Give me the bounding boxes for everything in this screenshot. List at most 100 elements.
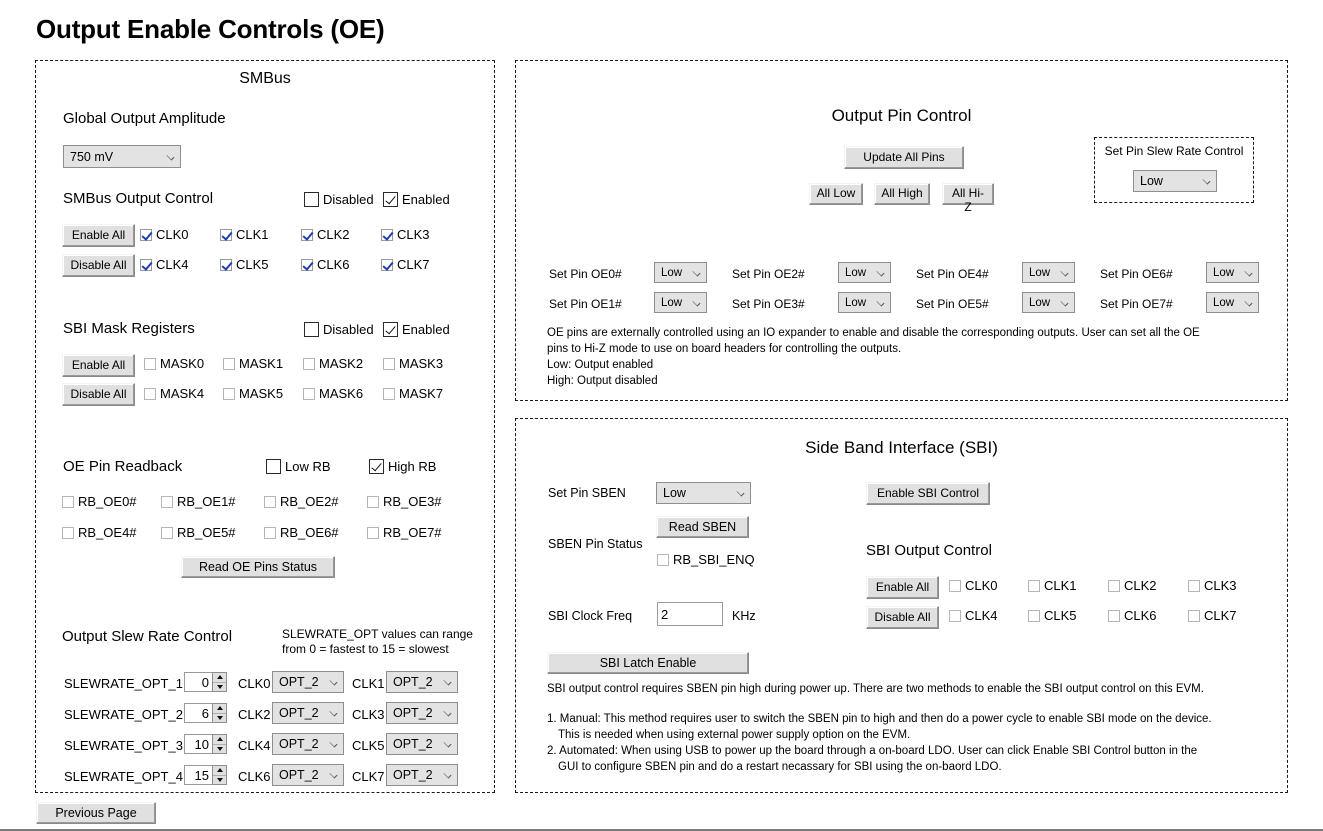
checkbox-box[interactable] <box>161 495 173 508</box>
smbus-clk-checkbox-7[interactable]: CLK7 <box>381 257 430 272</box>
sbi-mask-checkbox-6[interactable]: MASK6 <box>303 386 363 401</box>
oe-readback-checkbox-5[interactable]: RB_OE5# <box>161 525 236 540</box>
smbus-clk-checkbox-3[interactable]: CLK3 <box>381 227 430 242</box>
checkbox-box[interactable] <box>266 459 281 474</box>
checkbox-box[interactable] <box>301 258 313 271</box>
checkbox-box[interactable] <box>144 357 156 370</box>
all-hiz-button[interactable]: All Hi-Z <box>942 183 994 214</box>
previous-page-button[interactable]: Previous Page <box>36 802 156 824</box>
oe-readback-checkbox-4[interactable]: RB_OE4# <box>62 525 137 540</box>
spinner-down-icon[interactable] <box>213 775 226 784</box>
checkbox-box[interactable] <box>140 258 152 271</box>
sbi-mask-checkbox-7[interactable]: MASK7 <box>383 386 443 401</box>
sbi-mask-checkbox-4[interactable]: MASK4 <box>144 386 204 401</box>
slewrate-opt-value-0[interactable]: 0 <box>184 672 212 692</box>
sbi-clk-checkbox-4[interactable]: CLK4 <box>949 608 998 623</box>
spinner-down-icon[interactable] <box>213 744 226 753</box>
oe-readback-checkbox-3[interactable]: RB_OE3# <box>367 494 442 509</box>
spinner-buttons[interactable] <box>212 734 227 754</box>
sbi-mask-checkbox-0[interactable]: MASK0 <box>144 356 204 371</box>
slew-clk-select-2[interactable]: OPT_2 <box>272 702 344 724</box>
checkbox-box[interactable] <box>220 228 232 241</box>
checkbox-box[interactable] <box>62 495 74 508</box>
checkbox-box[interactable] <box>383 322 398 337</box>
checkbox-box[interactable] <box>62 526 74 539</box>
set-pin-oe-select-4[interactable]: Low <box>1022 262 1075 283</box>
checkbox-box[interactable] <box>367 495 379 508</box>
checkbox-box[interactable] <box>223 357 235 370</box>
slew-clk-select-0[interactable]: OPT_2 <box>272 671 344 693</box>
slew-clk-select-1[interactable]: OPT_2 <box>386 671 458 693</box>
spinner-buttons[interactable] <box>212 672 227 692</box>
sbi-clk-checkbox-5[interactable]: CLK5 <box>1028 608 1077 623</box>
global-output-amplitude-select[interactable]: 750 mV <box>63 145 181 168</box>
read-oe-pins-status-button[interactable]: Read OE Pins Status <box>181 556 335 578</box>
sbi-latch-enable-button[interactable]: SBI Latch Enable <box>547 652 749 674</box>
all-high-button[interactable]: All High <box>874 183 930 205</box>
checkbox-box[interactable] <box>381 258 393 271</box>
set-pin-oe-select-3[interactable]: Low <box>838 292 891 313</box>
slew-clk-select-7[interactable]: OPT_2 <box>386 764 458 786</box>
checkbox-box[interactable] <box>1188 609 1200 622</box>
smbus-clk-checkbox-2[interactable]: CLK2 <box>301 227 350 242</box>
spinner-up-icon[interactable] <box>213 673 226 683</box>
checkbox-box[interactable] <box>1108 609 1120 622</box>
checkbox-box[interactable] <box>1028 579 1040 592</box>
checkbox-box[interactable] <box>383 357 395 370</box>
set-pin-oe-select-1[interactable]: Low <box>654 292 707 313</box>
update-all-pins-button[interactable]: Update All Pins <box>844 146 964 169</box>
slewrate-opt-spinner-1[interactable]: 6 <box>184 703 227 723</box>
sbi-mask-enable-all-button[interactable]: Enable All <box>62 354 135 377</box>
slewrate-opt-spinner-2[interactable]: 10 <box>184 734 227 754</box>
sbi-mask-checkbox-5[interactable]: MASK5 <box>223 386 283 401</box>
smbus-clk-checkbox-1[interactable]: CLK1 <box>220 227 269 242</box>
checkbox-box[interactable] <box>304 192 319 207</box>
checkbox-box[interactable] <box>301 228 313 241</box>
all-low-button[interactable]: All Low <box>809 183 863 205</box>
set-pin-slew-rate-select[interactable]: Low <box>1133 170 1217 192</box>
set-pin-oe-select-7[interactable]: Low <box>1206 292 1259 313</box>
slew-clk-select-6[interactable]: OPT_2 <box>272 764 344 786</box>
checkbox-box[interactable] <box>140 228 152 241</box>
checkbox-box[interactable] <box>223 387 235 400</box>
checkbox-box[interactable] <box>303 357 315 370</box>
spinner-up-icon[interactable] <box>213 766 226 776</box>
spinner-buttons[interactable] <box>212 703 227 723</box>
slewrate-opt-value-1[interactable]: 6 <box>184 703 212 723</box>
sbi-clk-checkbox-0[interactable]: CLK0 <box>949 578 998 593</box>
smbus-clk-checkbox-4[interactable]: CLK4 <box>140 257 189 272</box>
checkbox-box[interactable] <box>303 387 315 400</box>
checkbox-box[interactable] <box>367 526 379 539</box>
checkbox-box[interactable] <box>383 387 395 400</box>
checkbox-box[interactable] <box>949 579 961 592</box>
spinner-up-icon[interactable] <box>213 704 226 714</box>
slewrate-opt-value-3[interactable]: 15 <box>184 765 212 785</box>
checkbox-box[interactable] <box>304 322 319 337</box>
smbus-output-enabled-checkbox[interactable]: Enabled <box>383 192 450 207</box>
spinner-up-icon[interactable] <box>213 735 226 745</box>
slewrate-opt-spinner-0[interactable]: 0 <box>184 672 227 692</box>
smbus-output-disabled-checkbox[interactable]: Disabled <box>304 192 374 207</box>
spinner-down-icon[interactable] <box>213 713 226 722</box>
checkbox-box[interactable] <box>657 553 669 566</box>
slew-clk-select-3[interactable]: OPT_2 <box>386 702 458 724</box>
smbus-enable-all-button[interactable]: Enable All <box>62 224 135 247</box>
sbi-clk-checkbox-2[interactable]: CLK2 <box>1108 578 1157 593</box>
checkbox-box[interactable] <box>220 258 232 271</box>
checkbox-box[interactable] <box>161 526 173 539</box>
checkbox-box[interactable] <box>1028 609 1040 622</box>
sbi-mask-checkbox-2[interactable]: MASK2 <box>303 356 363 371</box>
sbi-mask-disable-all-button[interactable]: Disable All <box>62 383 135 406</box>
slew-clk-select-5[interactable]: OPT_2 <box>386 733 458 755</box>
sbi-enable-all-button[interactable]: Enable All <box>866 576 939 599</box>
checkbox-box[interactable] <box>369 459 384 474</box>
oe-readback-checkbox-7[interactable]: RB_OE7# <box>367 525 442 540</box>
sbi-clk-checkbox-6[interactable]: CLK6 <box>1108 608 1157 623</box>
oe-readback-checkbox-6[interactable]: RB_OE6# <box>264 525 339 540</box>
set-pin-sben-select[interactable]: Low <box>656 482 751 504</box>
sbi-mask-checkbox-3[interactable]: MASK3 <box>383 356 443 371</box>
checkbox-box[interactable] <box>949 609 961 622</box>
sbi-clk-checkbox-1[interactable]: CLK1 <box>1028 578 1077 593</box>
smbus-clk-checkbox-5[interactable]: CLK5 <box>220 257 269 272</box>
checkbox-box[interactable] <box>264 526 276 539</box>
